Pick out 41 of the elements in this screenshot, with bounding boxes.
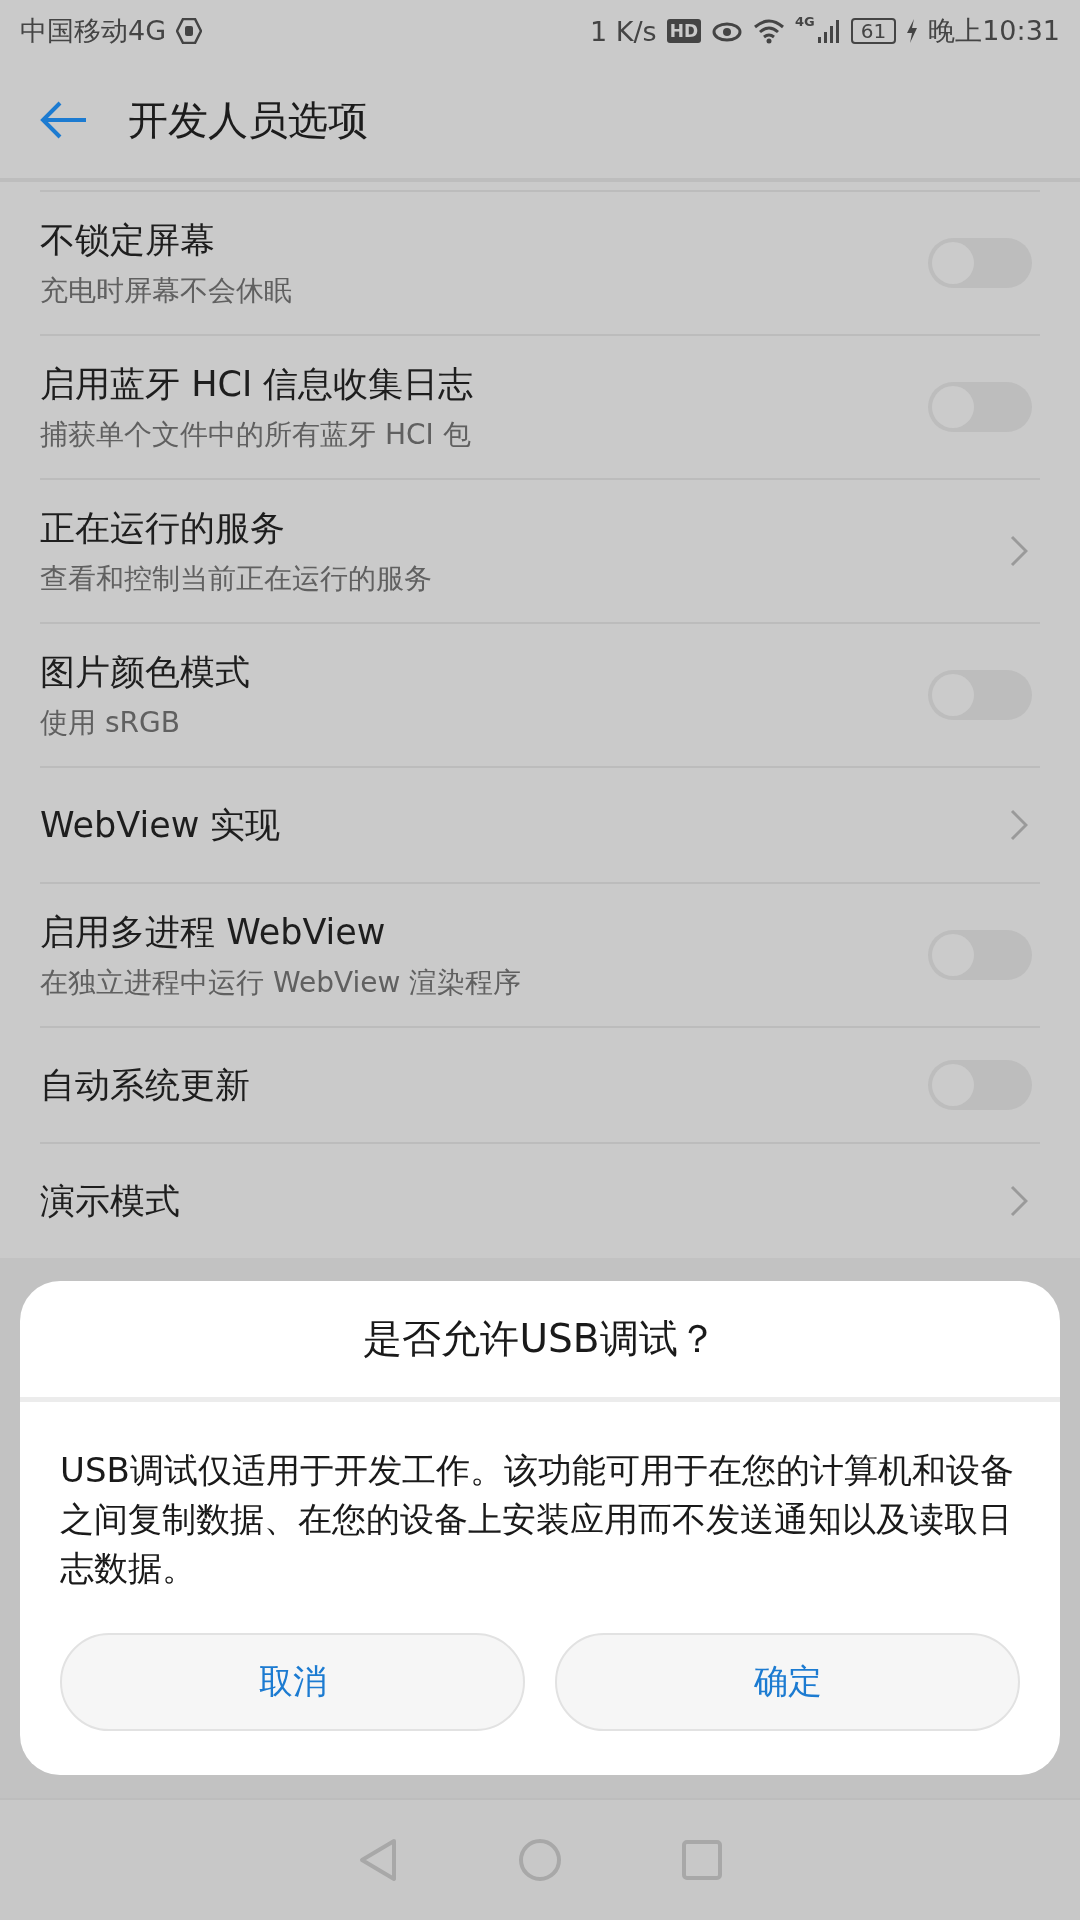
hd-badge: HD [666,19,701,43]
settings-row[interactable]: 自动系统更新 [40,1026,1040,1142]
back-icon[interactable] [358,1838,398,1882]
setting-title: 图片颜色模式 [40,650,251,694]
battery-level: 61 [850,18,897,44]
settings-row[interactable]: 启用多进程 WebView 在独立进程中运行 WebView 渲染程序 [40,882,1040,1026]
setting-description: 充电时屏幕不会休眠 [40,272,293,309]
clock-time: 晚上10:31 [928,14,1060,48]
settings-row[interactable]: 图片颜色模式 使用 sRGB [40,622,1040,766]
chevron-right-icon [1010,809,1028,841]
setting-title: 启用蓝牙 HCI 信息收集日志 [40,362,475,406]
setting-title: 正在运行的服务 [40,506,286,550]
setting-title: WebView 实现 [40,803,282,847]
dialog-title: 是否允许USB调试？ [20,1281,1060,1402]
signal-icon [816,18,841,44]
recents-icon[interactable] [682,1840,722,1880]
setting-title: 启用多进程 WebView [40,910,387,954]
setting-description: 使用 sRGB [40,704,181,741]
setting-title: 自动系统更新 [40,1063,251,1107]
chevron-right-icon [1010,535,1028,567]
dialog-button[interactable]: 取消 [60,1633,525,1731]
settings-row[interactable]: 启用蓝牙 HCI 信息收集日志 捕获单个文件中的所有蓝牙 HCI 包 [40,334,1040,478]
settings-row[interactable]: 不锁定屏幕 充电时屏幕不会休眠 [40,190,1040,334]
setting-title: 不锁定屏幕 [40,218,216,262]
home-icon[interactable] [518,1838,562,1882]
settings-row[interactable]: WebView 实现 [40,766,1040,882]
wifi-icon [753,18,785,44]
setting-description: 捕获单个文件中的所有蓝牙 HCI 包 [40,416,472,453]
chevron-right-icon [1010,1185,1028,1217]
network-speed: 1 K/s [590,15,657,47]
setting-description: 查看和控制当前正在运行的服务 [40,560,433,597]
settings-row[interactable]: 正在运行的服务 查看和控制当前正在运行的服务 [40,478,1040,622]
setting-description: 在独立进程中运行 WebView 渲染程序 [40,964,523,1001]
page-title: 开发人员选项 [128,95,368,145]
back-arrow-icon[interactable] [40,100,88,140]
dialog-button[interactable]: 确定 [555,1633,1020,1731]
network-type: 4G [795,14,815,29]
charging-icon [906,19,919,43]
setting-title: 演示模式 [40,1179,181,1223]
dialog-message: USB调试仅适用于开发工作。该功能可用于在您的计算机和设备之间复制数据、在您的设备上安装应用而不发送通知以及读取日志数据。 [59,1449,1015,1590]
carrier-text: 中国移动4G [20,14,167,48]
